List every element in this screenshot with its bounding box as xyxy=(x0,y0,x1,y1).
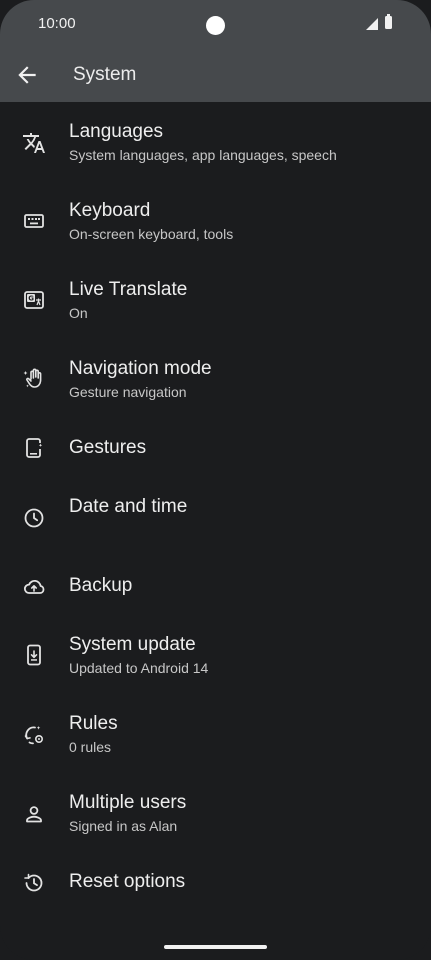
item-summary: System languages, app languages, speech xyxy=(69,147,337,163)
item-title: Rules xyxy=(69,713,118,734)
signal-icon xyxy=(366,18,378,30)
person-icon xyxy=(26,806,42,823)
camera-cutout xyxy=(206,16,225,35)
item-title: Reset options xyxy=(69,871,186,892)
system-update-icon xyxy=(27,644,41,666)
page-title: System xyxy=(73,64,137,85)
back-arrow-icon[interactable] xyxy=(14,62,40,88)
settings-item-multiple-users[interactable]: Multiple users Signed in as Alan xyxy=(0,792,431,871)
clock-icon xyxy=(24,508,44,528)
item-summary: 0 rules xyxy=(69,739,112,755)
item-title: System update xyxy=(69,634,196,655)
item-title: Gestures xyxy=(69,437,147,458)
item-title: Backup xyxy=(69,575,133,596)
item-summary: On xyxy=(69,305,88,321)
item-title: Keyboard xyxy=(69,200,151,221)
item-summary: Gesture navigation xyxy=(69,384,187,400)
item-title: Navigation mode xyxy=(69,358,212,379)
item-summary: Updated to Android 14 xyxy=(69,660,209,676)
settings-item-reset-options[interactable]: Reset options xyxy=(0,871,431,950)
item-title: Date and time xyxy=(69,496,188,517)
settings-item-keyboard[interactable]: Keyboard On-screen keyboard, tools xyxy=(0,200,431,279)
settings-item-system-update[interactable]: System update Updated to Android 14 xyxy=(0,634,431,713)
settings-item-rules[interactable]: Rules 0 rules xyxy=(0,713,431,792)
phone-screen: 10:00 System Languages System languages,… xyxy=(0,0,431,960)
settings-item-live-translate[interactable]: G Live Translate On xyxy=(0,279,431,358)
gesture-nav-handle[interactable] xyxy=(164,945,267,949)
item-title: Languages xyxy=(69,121,164,142)
translate-icon xyxy=(23,133,45,153)
rules-icon xyxy=(24,726,44,745)
live-translate-icon: G xyxy=(24,291,44,309)
settings-item-navigation-mode[interactable]: Navigation mode Gesture navigation xyxy=(0,358,431,437)
settings-item-date-time[interactable]: Date and time xyxy=(0,496,431,575)
history-icon xyxy=(24,873,43,892)
app-bar: 10:00 System xyxy=(0,0,431,102)
item-summary: On-screen keyboard, tools xyxy=(69,226,234,242)
item-summary: Signed in as Alan xyxy=(69,818,178,834)
item-title: Live Translate xyxy=(69,279,188,300)
svg-text:G: G xyxy=(28,295,34,303)
battery-icon xyxy=(385,14,392,29)
item-title: Multiple users xyxy=(69,792,187,813)
cloud-upload-icon xyxy=(23,580,45,594)
gestures-phone-icon xyxy=(26,438,43,458)
status-time: 10:00 xyxy=(38,15,76,32)
settings-item-languages[interactable]: Languages System languages, app language… xyxy=(0,121,431,200)
keyboard-icon xyxy=(24,214,44,228)
gesture-hand-icon xyxy=(23,368,42,388)
